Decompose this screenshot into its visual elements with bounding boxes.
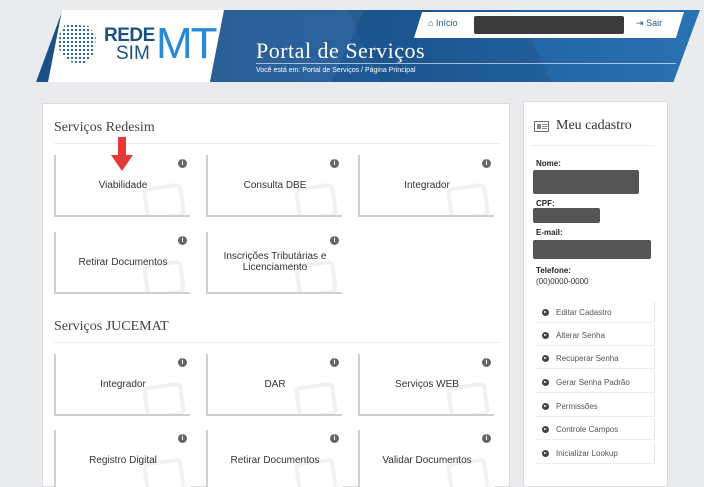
circle-arrow-right-icon [542,308,549,316]
tile-label: Retirar Documentos [230,454,320,466]
tile-label: Consulta DBE [243,179,307,191]
logo-mt: MT [156,19,218,68]
tile-inscricoes-tributarias[interactable]: i Inscrições Tributárias e Licenciamento [206,232,342,294]
sign-out-icon: ⇥ [636,18,644,28]
section-title-jucemat: Serviços JUCEMAT [54,319,169,334]
header: REDE SIM MT Portal de Serviços Você está… [0,0,704,88]
red-arrow-annotation-icon [111,137,133,171]
home-icon: ⌂ [428,18,434,28]
email-value-redacted [533,240,651,259]
section-title-redesim: Serviços Redesim [54,120,155,135]
page-title: Portal de Serviços [256,38,426,63]
action-label: Controle Campos [556,424,619,434]
tile-consulta-dbe[interactable]: i Consulta DBE [206,155,342,217]
action-alterar-senha[interactable]: Alterar Senha [536,325,655,346]
tile-label: Integrador [100,378,146,390]
action-editar-cadastro[interactable]: Editar Cadastro [536,302,655,323]
tile-registro-digital[interactable]: i Registro Digital [54,430,190,487]
circle-arrow-right-icon [542,425,549,433]
id-card-icon [534,121,549,132]
home-link[interactable]: ⌂ Início [428,18,457,28]
tile-label: Inscrições Tributárias e Licenciamento [223,251,327,273]
tile-servicos-web[interactable]: i Serviços WEB [358,354,494,416]
profile-divider [530,145,655,146]
circle-arrow-right-icon [542,354,549,362]
tile-validar-documentos[interactable]: i Validar Documentos [358,430,494,487]
action-permissoes[interactable]: Permissões [536,396,655,417]
home-link-label: Início [435,18,458,28]
action-recuperar-senha[interactable]: Recuperar Senha [536,348,655,369]
circle-arrow-right-icon [542,449,549,457]
action-label: Permissões [556,401,598,411]
logout-link-label: Sair [646,18,663,28]
tile-label: DAR [264,378,286,390]
action-controle-campos[interactable]: Controle Campos [536,419,655,440]
tile-dar[interactable]: i DAR [206,354,342,416]
profile-title: Meu cadastro [556,118,632,133]
nome-value-redacted [533,170,639,194]
circle-arrow-right-icon [542,331,549,339]
action-label: Editar Cadastro [556,307,612,317]
tile-integrador-redesim[interactable]: i Integrador [358,155,494,217]
action-gerar-senha-padrao[interactable]: Gerar Senha Padrão [536,372,655,393]
action-label: Recuperar Senha [556,353,619,363]
tile-label: Integrador [404,179,450,191]
cpf-value-redacted [533,208,600,223]
logout-link[interactable]: ⇥ Sair [636,18,662,29]
action-inicializar-lookup[interactable]: Inicializar Lookup [536,443,655,464]
nome-label: Nome: [536,159,561,168]
tile-retirar-documentos-jucemat[interactable]: i Retirar Documentos [206,430,342,487]
circle-arrow-right-icon [542,402,549,410]
section-divider [54,342,500,343]
logo-sim: SIM [116,43,150,64]
title-divider [256,63,676,64]
tile-label: Registro Digital [89,454,157,466]
telefone-label: Telefone: [536,266,571,275]
action-label: Gerar Senha Padrão [556,377,630,387]
telefone-value: (00)0000-0000 [536,277,589,286]
action-label: Inicializar Lookup [556,448,618,458]
email-label: E-mail: [536,228,563,237]
tile-retirar-documentos-redesim[interactable]: i Retirar Documentos [54,232,190,294]
cpf-label: CPF: [536,199,555,208]
circle-arrow-right-icon [542,378,549,386]
tile-label: Validar Documentos [382,454,472,466]
tile-label: Retirar Documentos [78,256,168,268]
user-name-redacted [474,16,624,34]
breadcrumb: Você está em: Portal de Serviços / Págin… [256,67,416,74]
tile-integrador-jucemat[interactable]: i Integrador [54,354,190,416]
action-label: Alterar Senha [556,330,605,340]
tile-label: Serviços WEB [395,378,459,390]
